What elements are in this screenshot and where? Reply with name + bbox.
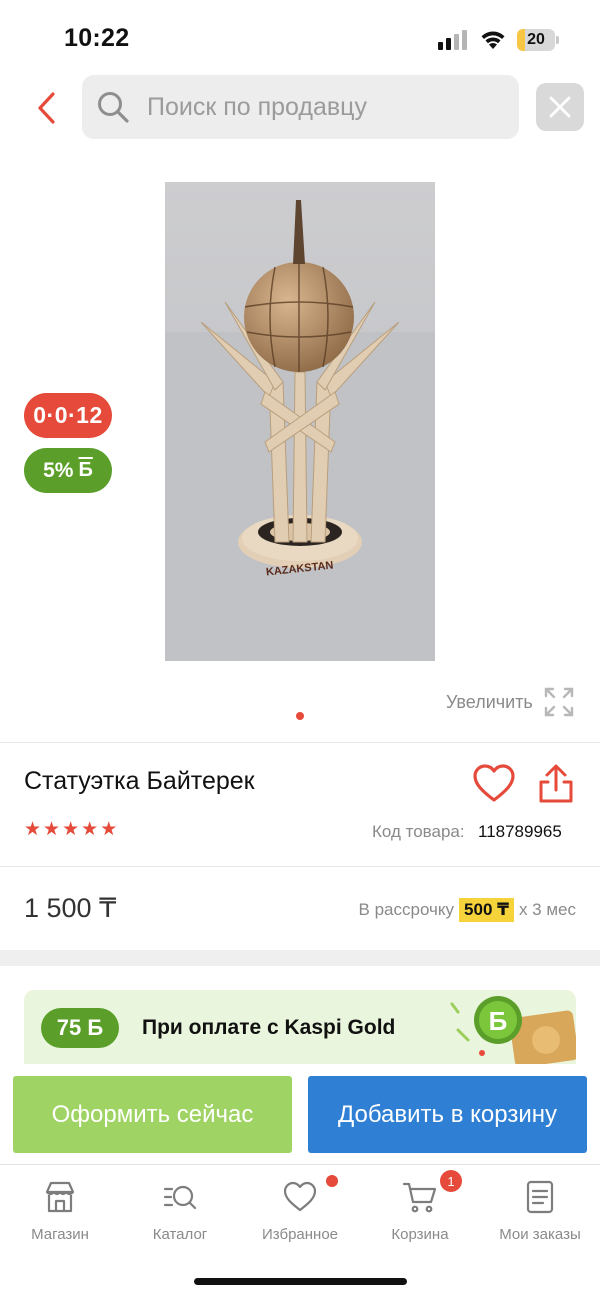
rating-stars: ★ ★ ★ ★ ★ [24,820,117,840]
share-button[interactable] [536,762,576,806]
battery-level: 20 [527,31,545,48]
product-title: Статуэтка Байтерек [24,767,255,795]
kaspi-gold-text: При оплате с Kaspi Gold [142,1016,396,1039]
product-price: 1 500 ₸ [24,893,117,923]
star-icon: ★ [43,819,61,840]
tab-label: Мои заказы [499,1226,581,1243]
clear-search-button[interactable] [536,83,584,131]
baiterek-figurine-illustration: KAZAKSTAN [165,200,435,661]
status-time: 10:22 [64,24,130,52]
catalog-search-icon [163,1185,197,1210]
product-image[interactable]: KAZAKSTAN [165,182,435,661]
checkout-now-button[interactable]: Оформить сейчас [13,1076,292,1153]
installment-badge: 0·0·12 [24,393,112,438]
search-icon [98,92,129,123]
zoom-label: Увеличить [446,691,533,712]
close-icon [549,96,571,118]
favorites-notification-dot [326,1175,338,1187]
wifi-icon [481,31,505,49]
bonus-symbol: Б [78,459,93,481]
add-to-cart-button[interactable]: Добавить в корзину [308,1076,587,1153]
carousel-page-indicator[interactable] [296,712,304,720]
share-icon [539,764,573,803]
heart-icon [283,1181,317,1212]
chevron-left-icon [38,92,55,124]
battery-icon: 20 [517,29,559,51]
orders-icon [526,1180,554,1214]
cart-icon [402,1182,437,1213]
tab-catalog[interactable]: Каталог [120,1179,240,1249]
status-bar: 10:22 20 [0,0,600,76]
section-separator [0,950,600,966]
tab-label: Избранное [261,1226,339,1243]
tab-label: Корзина [391,1226,449,1243]
tab-favorites[interactable]: Избранное [240,1179,360,1249]
sku-value: 118789965 [478,822,562,841]
tab-my-orders[interactable]: Мои заказы [480,1179,600,1249]
installment-prefix: В рассрочку [358,900,455,919]
divider [0,866,600,867]
cellular-signal-icon [438,30,468,50]
expand-icon [544,687,574,717]
installment-info: В рассрочку 500 ₸ х 3 мес [359,898,576,922]
kaspi-gold-banner[interactable]: 75 Б При оплате с Kaspi Gold Б [24,990,576,1064]
back-button[interactable] [26,86,66,130]
bonus-badge-percent: 5% [43,458,74,482]
divider [0,742,600,743]
tab-store[interactable]: Магазин [0,1179,120,1249]
installment-suffix: х 3 мес [518,900,576,919]
bonus-badge: 5% Б [24,448,112,493]
tab-label: Магазин [31,1226,89,1243]
favorite-button[interactable] [472,762,516,806]
svg-text:Б: Б [489,1006,508,1036]
sku-label: Код товара: [372,822,465,841]
home-indicator[interactable] [194,1278,407,1285]
tab-label: Каталог [152,1226,208,1243]
tab-cart[interactable]: Корзина [360,1179,480,1249]
star-icon: ★ [62,819,80,840]
heart-icon [473,764,515,802]
installment-amount: 500 ₸ [459,898,514,922]
star-icon: ★ [100,819,118,840]
star-icon: ★ [24,819,42,840]
star-icon: ★ [81,819,99,840]
store-icon [45,1181,75,1213]
bonus-amount-badge: 75 Б [41,1008,119,1048]
cart-count-badge: 1 [440,1170,462,1192]
zoom-button[interactable]: Увеличить [446,686,575,718]
search-box[interactable] [82,75,519,139]
search-input[interactable] [147,92,487,122]
kaspi-gold-card-icon: Б [450,996,576,1064]
